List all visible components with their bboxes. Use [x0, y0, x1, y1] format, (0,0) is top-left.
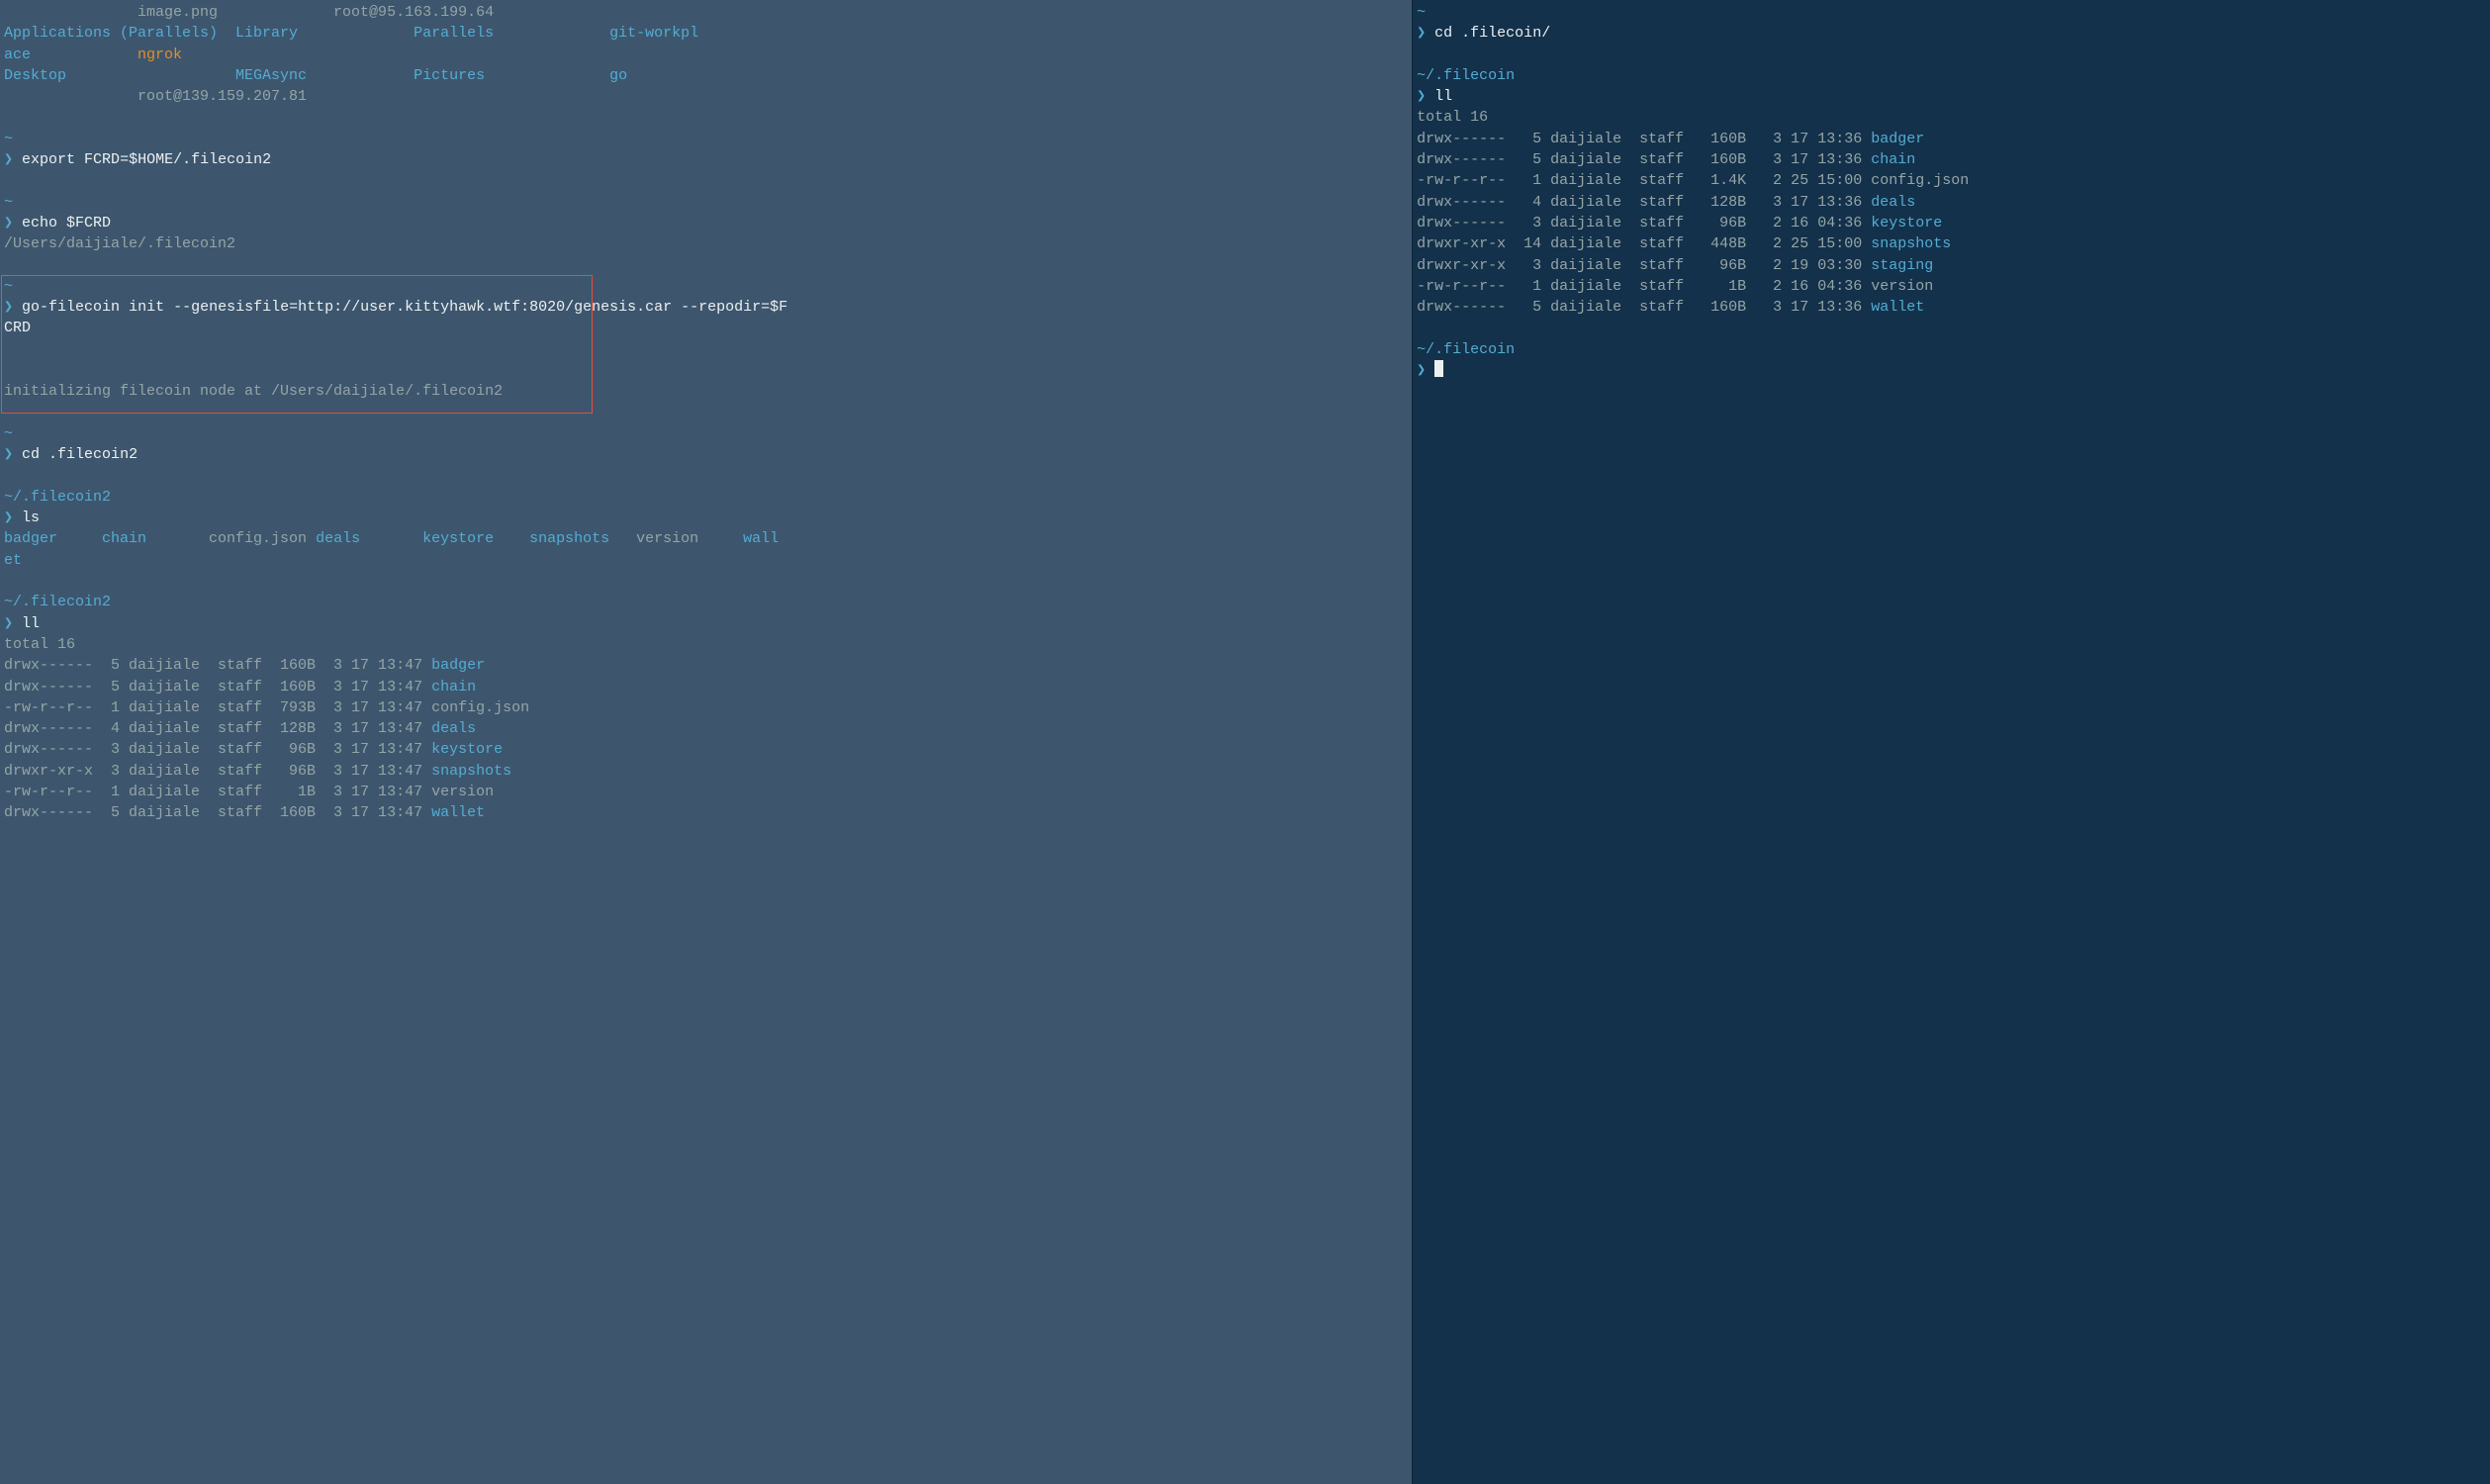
command-line[interactable]: ❯ export FCRD=$HOME/.filecoin2 — [4, 149, 1408, 170]
file-name: wallet — [1871, 299, 1924, 316]
command-text: ls — [22, 510, 40, 526]
command-line[interactable]: ❯ cd .filecoin2 — [4, 444, 1408, 465]
cwd-indicator: ~/.filecoin2 — [4, 594, 111, 610]
command-text: export FCRD=$HOME/.filecoin2 — [22, 151, 271, 168]
ll-output: drwx------ 5 daijiale staff 160B 3 17 13… — [4, 655, 1408, 823]
prompt-char: ❯ — [1417, 362, 1426, 379]
right-terminal-pane[interactable]: ~ ❯ cd .filecoin/ ~/.filecoin ❯ ll total… — [1412, 0, 2490, 1484]
command-line[interactable]: ❯ go-filecoin init --genesisfile=http://… — [4, 297, 1408, 318]
file-name: chain — [431, 679, 476, 696]
file-name: keystore — [431, 741, 503, 758]
prompt-char: ❯ — [1417, 25, 1426, 42]
command-line[interactable]: ❯ ll — [1417, 86, 2486, 107]
ll-row: drwx------ 3 daijiale staff 96B 2 16 04:… — [1417, 213, 2486, 233]
file-name: snapshots — [431, 763, 511, 780]
command-text: cd .filecoin/ — [1434, 25, 1550, 42]
ll-row: drwx------ 5 daijiale staff 160B 3 17 13… — [1417, 149, 2486, 170]
output-line: initializing filecoin node at /Users/dai… — [4, 381, 1408, 402]
command-text-wrap: CRD — [4, 318, 1408, 338]
top-listing-row: Desktop MEGAsync Pictures go — [4, 65, 1408, 86]
ll-row: drwxr-xr-x 3 daijiale staff 96B 2 19 03:… — [1417, 255, 2486, 276]
file-name: config.json — [1871, 172, 1969, 189]
output-line: /Users/daijiale/.filecoin2 — [4, 233, 1408, 254]
command-line[interactable]: ❯ — [1417, 360, 2486, 381]
command-line[interactable]: ❯ echo $FCRD — [4, 213, 1408, 233]
ll-row: drwx------ 5 daijiale staff 160B 3 17 13… — [4, 655, 1408, 676]
ll-row: drwx------ 5 daijiale staff 160B 3 17 13… — [1417, 297, 2486, 318]
prompt-char: ❯ — [1417, 88, 1426, 105]
file-name: staging — [1871, 257, 1933, 274]
ll-total: total 16 — [1417, 107, 2486, 128]
ll-row: drwx------ 5 daijiale staff 160B 3 17 13… — [4, 677, 1408, 697]
top-listing-row: Applications (Parallels) Library Paralle… — [4, 23, 1408, 44]
prompt-char: ❯ — [4, 446, 13, 463]
top-listing-row: root@139.159.207.81 — [4, 86, 1408, 107]
file-name: wallet — [431, 804, 485, 821]
file-name: deals — [431, 720, 476, 737]
file-name: deals — [1871, 194, 1915, 211]
command-text: ll — [22, 615, 40, 632]
blank-line — [4, 170, 1408, 191]
ll-row: drwx------ 5 daijiale staff 160B 3 17 13… — [1417, 129, 2486, 149]
prompt-char: ❯ — [4, 615, 13, 632]
ll-row: drwx------ 4 daijiale staff 128B 3 17 13… — [4, 718, 1408, 739]
blank-line — [4, 466, 1408, 487]
prompt-char: ❯ — [4, 215, 13, 232]
command-line[interactable]: ❯ cd .filecoin/ — [1417, 23, 2486, 44]
left-terminal-pane[interactable]: image.png root@95.163.199.64Applications… — [0, 0, 1412, 1484]
prompt-char: ❯ — [4, 510, 13, 526]
ll-row: -rw-r--r-- 1 daijiale staff 1B 2 16 04:3… — [1417, 276, 2486, 297]
blank-line — [4, 571, 1408, 592]
cwd-indicator: ~ — [4, 425, 13, 442]
ll-row: drwxr-xr-x 14 daijiale staff 448B 2 25 1… — [1417, 233, 2486, 254]
top-listing-row: ace ngrok — [4, 45, 1408, 65]
file-name: badger — [1871, 131, 1924, 147]
cwd-indicator: ~/.filecoin2 — [4, 489, 111, 506]
ls-row: et — [4, 550, 1408, 571]
command-text: echo $FCRD — [22, 215, 111, 232]
cwd-indicator: ~ — [4, 131, 13, 147]
file-name: version — [1871, 278, 1933, 295]
left-top-listing: image.png root@95.163.199.64Applications… — [4, 2, 1408, 107]
prompt-char: ❯ — [4, 151, 13, 168]
ll-row: drwx------ 4 daijiale staff 128B 3 17 13… — [1417, 192, 2486, 213]
blank-line — [1417, 45, 2486, 65]
blank-line — [1417, 318, 2486, 338]
ll-row: drwx------ 5 daijiale staff 160B 3 17 13… — [4, 802, 1408, 823]
ll-row: -rw-r--r-- 1 daijiale staff 1B 3 17 13:4… — [4, 782, 1408, 802]
ll-row: drwxr-xr-x 3 daijiale staff 96B 3 17 13:… — [4, 761, 1408, 782]
file-name: version — [431, 784, 494, 800]
command-text: go-filecoin init --genesisfile=http://us… — [22, 299, 787, 316]
blank-line — [4, 107, 1408, 128]
ll-row: -rw-r--r-- 1 daijiale staff 1.4K 2 25 15… — [1417, 170, 2486, 191]
top-listing-row: image.png root@95.163.199.64 — [4, 2, 1408, 23]
command-text: ll — [1434, 88, 1452, 105]
file-name: config.json — [431, 699, 529, 716]
blank-line — [4, 255, 1408, 276]
cwd-indicator: ~ — [1417, 4, 1426, 21]
cwd-indicator: ~/.filecoin — [1417, 67, 1515, 84]
ls-row: badger chain config.json deals keystore … — [4, 528, 1408, 549]
file-name: snapshots — [1871, 235, 1951, 252]
command-line[interactable]: ❯ ls — [4, 508, 1408, 528]
file-name: chain — [1871, 151, 1915, 168]
command-line[interactable]: ❯ ll — [4, 613, 1408, 634]
blank-line — [4, 360, 1408, 381]
cwd-indicator: ~ — [4, 194, 13, 211]
ll-output: drwx------ 5 daijiale staff 160B 3 17 13… — [1417, 129, 2486, 319]
ll-total: total 16 — [4, 634, 1408, 655]
cwd-indicator: ~ — [4, 278, 13, 295]
ll-row: drwx------ 3 daijiale staff 96B 3 17 13:… — [4, 739, 1408, 760]
prompt-char: ❯ — [4, 299, 13, 316]
blank-line — [4, 339, 1408, 360]
ll-row: -rw-r--r-- 1 daijiale staff 793B 3 17 13… — [4, 697, 1408, 718]
file-name: keystore — [1871, 215, 1942, 232]
blank-line — [4, 403, 1408, 423]
cwd-indicator: ~/.filecoin — [1417, 341, 1515, 358]
ls-output: badger chain config.json deals keystore … — [4, 528, 1408, 571]
command-text: cd .filecoin2 — [22, 446, 138, 463]
file-name: badger — [431, 657, 485, 674]
cursor-icon — [1434, 360, 1443, 377]
